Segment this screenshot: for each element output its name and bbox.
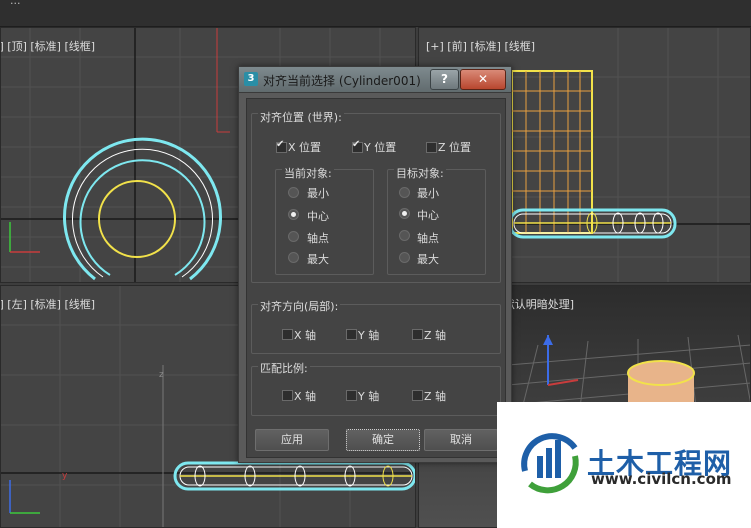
help-button[interactable]: ? [430, 69, 459, 90]
orient-z-label[interactable]: Z 轴 [424, 327, 446, 343]
current-max-label[interactable]: 最大 [307, 251, 329, 267]
close-button[interactable]: ✕ [460, 69, 506, 90]
target-min-radio[interactable] [399, 187, 410, 198]
dialog-title-bar[interactable]: 3 对齐当前选择 (Cylinder001) ? ✕ [239, 67, 511, 93]
x-position-label[interactable]: X 位置 [288, 139, 321, 155]
axis-label-z-left: z [159, 370, 164, 380]
top-toolbar: ... [0, 0, 751, 27]
cancel-button[interactable]: 取消 [424, 429, 498, 451]
3dsmax-app-icon: 3 [244, 72, 258, 86]
orient-x-checkbox[interactable] [282, 329, 293, 340]
x-position-checkbox[interactable] [276, 139, 287, 153]
scale-y-label[interactable]: Y 轴 [358, 388, 379, 404]
orient-x-label[interactable]: X 轴 [294, 327, 316, 343]
axis-label-y-left: y [62, 471, 68, 481]
dialog-body: 对齐位置 (世界): X 位置 Y 位置 Z 位置 当前对象: 最小 中心 轴点… [246, 98, 506, 458]
watermark-url: www.civilcn.com [591, 470, 732, 488]
viewport-top-label[interactable]: [+] [顶] [标准] [线框] [0, 38, 95, 54]
toolbar-text: ... [10, 0, 21, 7]
z-position-label[interactable]: Z 位置 [438, 139, 471, 155]
current-max-radio[interactable] [288, 252, 299, 263]
y-position-checkbox[interactable] [352, 139, 363, 153]
current-min-label[interactable]: 最小 [307, 185, 329, 201]
align-orientation-title: 对齐方向(局部): [258, 298, 341, 314]
current-center-radio[interactable] [288, 209, 299, 220]
scale-y-checkbox[interactable] [346, 390, 357, 401]
dialog-title: 对齐当前选择 (Cylinder001) [263, 74, 421, 88]
current-pivot-radio[interactable] [288, 231, 299, 242]
scale-x-label[interactable]: X 轴 [294, 388, 316, 404]
scale-z-label[interactable]: Z 轴 [424, 388, 446, 404]
target-center-label[interactable]: 中心 [417, 207, 439, 223]
civilcn-logo-icon [521, 433, 579, 494]
current-min-radio[interactable] [288, 187, 299, 198]
target-pivot-radio[interactable] [399, 230, 410, 241]
viewport-front-label[interactable]: [+] [前] [标准] [线框] [426, 38, 535, 54]
target-max-radio[interactable] [399, 252, 410, 263]
target-max-label[interactable]: 最大 [417, 251, 439, 267]
current-object-title: 当前对象: [282, 165, 334, 181]
y-position-label[interactable]: Y 位置 [364, 139, 396, 155]
apply-button[interactable]: 应用 [255, 429, 329, 451]
match-scale-title: 匹配比例: [258, 360, 310, 376]
orient-y-label[interactable]: Y 轴 [358, 327, 379, 343]
z-position-checkbox[interactable] [426, 142, 437, 153]
scale-z-checkbox[interactable] [412, 390, 423, 401]
target-min-label[interactable]: 最小 [417, 185, 439, 201]
target-center-radio[interactable] [399, 208, 410, 219]
target-pivot-label[interactable]: 轴点 [417, 230, 439, 246]
current-pivot-label[interactable]: 轴点 [307, 230, 329, 246]
current-center-label[interactable]: 中心 [307, 208, 329, 224]
orient-z-checkbox[interactable] [412, 329, 423, 340]
ok-button[interactable]: 确定 [346, 429, 420, 451]
orient-y-checkbox[interactable] [346, 329, 357, 340]
target-object-title: 目标对象: [394, 165, 446, 181]
watermark: 土木工程网 www.civilcn.com [497, 402, 751, 528]
align-position-title: 对齐位置 (世界): [258, 109, 344, 125]
scale-x-checkbox[interactable] [282, 390, 293, 401]
viewport-left-label[interactable]: [+] [左] [标准] [线框] [0, 296, 95, 312]
align-selection-dialog: 3 对齐当前选择 (Cylinder001) ? ✕ 对齐位置 (世界): X … [238, 66, 512, 463]
